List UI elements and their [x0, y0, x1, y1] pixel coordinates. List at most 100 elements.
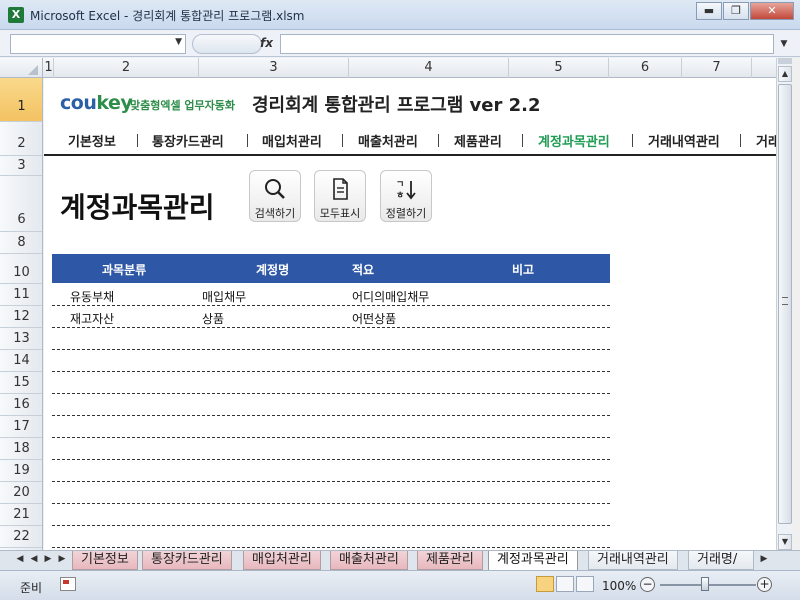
sheet-tab-account-subjects[interactable]: 계정과목관리	[488, 551, 578, 571]
first-sheet-icon[interactable]: ◀	[14, 554, 26, 564]
cell-account-name[interactable]: 상품	[202, 310, 224, 327]
coukey-logo: coukey	[60, 92, 133, 114]
expand-formula-bar-icon[interactable]: ▼	[776, 34, 792, 54]
restore-icon: ❐	[731, 4, 741, 17]
row-header-21[interactable]: 21	[0, 504, 42, 526]
column-category[interactable]: 과목분류	[102, 261, 146, 278]
page-break-view-button[interactable]	[576, 576, 594, 592]
sheet-tab-sales[interactable]: 매출처관리	[330, 551, 408, 570]
last-sheet-icon[interactable]: ▶	[56, 554, 68, 564]
table-row[interactable]	[52, 526, 610, 548]
normal-view-button[interactable]	[536, 576, 554, 592]
column-account-name[interactable]: 계정명	[256, 261, 289, 278]
restore-button[interactable]: ❐	[723, 2, 749, 20]
zoom-level[interactable]: 100%	[602, 579, 636, 593]
sort-button-label: 정렬하기	[385, 207, 427, 220]
cell-description[interactable]: 어떤상품	[352, 310, 396, 327]
sheet-tab-basic-info[interactable]: 기본정보	[72, 551, 138, 570]
column-description[interactable]: 적요	[352, 261, 374, 278]
row-header-12[interactable]: 12	[0, 306, 42, 328]
name-box[interactable]: ▼	[10, 34, 186, 54]
row-header-20[interactable]: 20	[0, 482, 42, 504]
table-row[interactable]	[52, 372, 610, 394]
row-header-1[interactable]: 1	[0, 78, 42, 122]
nav-item-account-subjects[interactable]: 계정과목관리	[538, 131, 610, 150]
nav-item-sales[interactable]: 매출처관리	[358, 131, 418, 150]
chevron-down-icon[interactable]: ▼	[175, 37, 182, 47]
column-remarks[interactable]: 비고	[512, 261, 534, 278]
formula-input[interactable]	[280, 34, 774, 54]
row-header-10[interactable]: 10	[0, 254, 42, 284]
table-row[interactable]	[52, 504, 610, 526]
zoom-out-button[interactable]: −	[640, 577, 655, 592]
nav-item-transactions[interactable]: 거래내역관리	[648, 131, 720, 150]
sheet-tab-transactions[interactable]: 거래내역관리	[588, 551, 678, 570]
column-header-2[interactable]: 2	[54, 58, 199, 78]
nav-separator	[137, 134, 138, 147]
scroll-down-icon[interactable]: ▼	[778, 534, 792, 550]
minimize-button[interactable]: ▬	[696, 2, 722, 20]
zoom-slider-thumb[interactable]	[701, 577, 709, 591]
prev-sheet-icon[interactable]: ◀	[28, 554, 40, 564]
column-header-5[interactable]: 5	[509, 58, 609, 78]
show-all-button[interactable]: 모두표시	[314, 170, 366, 222]
close-button[interactable]: ✕	[750, 2, 794, 20]
scroll-thumb[interactable]	[778, 84, 792, 524]
macro-record-icon[interactable]	[60, 577, 76, 591]
next-sheet-icon[interactable]: ▶	[42, 554, 54, 564]
vertical-scrollbar[interactable]: ▲ ▼	[776, 58, 792, 550]
row-header-11[interactable]: 11	[0, 284, 42, 306]
table-row[interactable]	[52, 438, 610, 460]
nav-item-purchase[interactable]: 매입처관리	[262, 131, 322, 150]
search-button[interactable]: 검색하기	[249, 170, 301, 222]
column-header-7[interactable]: 7	[682, 58, 752, 78]
column-header-1[interactable]: 1	[44, 58, 54, 78]
formula-bar-divider[interactable]	[192, 34, 262, 54]
worksheet[interactable]: coukey 맞춤형엑셀 업무자동화 경리회계 통합관리 프로그램 ver 2.…	[44, 78, 776, 550]
row-header-19[interactable]: 19	[0, 460, 42, 482]
cell-category[interactable]: 재고자산	[70, 310, 114, 327]
table-row[interactable]: 유동부채 매입채무 어디의매입채무	[52, 284, 610, 306]
table-row[interactable]: 재고자산 상품 어떤상품	[52, 306, 610, 328]
sheet-tab-purchase[interactable]: 매입처관리	[243, 551, 321, 570]
table-row[interactable]	[52, 328, 610, 350]
tab-scroll-icon[interactable]: ▶	[758, 554, 770, 564]
cell-category[interactable]: 유동부채	[70, 288, 114, 305]
row-header-14[interactable]: 14	[0, 350, 42, 372]
table-row[interactable]	[52, 350, 610, 372]
row-header-16[interactable]: 16	[0, 394, 42, 416]
sort-button[interactable]: ㄱ ㅎ 정렬하기	[380, 170, 432, 222]
nav-separator	[342, 134, 343, 147]
column-header-4[interactable]: 4	[349, 58, 509, 78]
nav-item-account-card[interactable]: 통장카드관리	[152, 131, 224, 150]
row-header-13[interactable]: 13	[0, 328, 42, 350]
row-header-2[interactable]: 2	[0, 122, 42, 156]
row-header-18[interactable]: 18	[0, 438, 42, 460]
nav-item-more[interactable]: 거래	[756, 131, 776, 150]
select-all-button[interactable]	[0, 58, 43, 78]
row-header-17[interactable]: 17	[0, 416, 42, 438]
table-row[interactable]	[52, 460, 610, 482]
column-header-3[interactable]: 3	[199, 58, 349, 78]
column-header-6[interactable]: 6	[609, 58, 682, 78]
row-header-22[interactable]: 22	[0, 526, 42, 548]
table-row[interactable]	[52, 416, 610, 438]
row-header-3[interactable]: 3	[0, 156, 42, 176]
cell-account-name[interactable]: 매입채무	[202, 288, 246, 305]
split-handle[interactable]	[778, 58, 792, 64]
insert-function-button[interactable]: fx	[260, 36, 273, 50]
nav-item-products[interactable]: 제품관리	[454, 131, 502, 150]
page-layout-view-button[interactable]	[556, 576, 574, 592]
zoom-in-button[interactable]: +	[757, 577, 772, 592]
table-row[interactable]	[52, 394, 610, 416]
nav-item-basic-info[interactable]: 기본정보	[68, 131, 116, 150]
row-header-15[interactable]: 15	[0, 372, 42, 394]
sheet-tab-account-card[interactable]: 통장카드관리	[142, 551, 232, 570]
table-row[interactable]	[52, 482, 610, 504]
sheet-tab-more[interactable]: 거래명/	[688, 551, 754, 570]
cell-description[interactable]: 어디의매입채무	[352, 288, 429, 305]
row-header-6[interactable]: 6	[0, 176, 42, 232]
row-header-8[interactable]: 8	[0, 232, 42, 254]
scroll-up-icon[interactable]: ▲	[778, 66, 792, 82]
sheet-tab-products[interactable]: 제품관리	[417, 551, 483, 570]
